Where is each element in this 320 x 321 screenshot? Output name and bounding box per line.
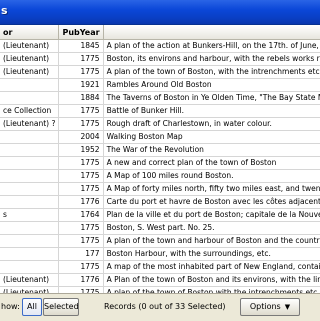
cell-author [0, 143, 60, 157]
cell-pubyear: 1775 [58, 260, 104, 274]
table-row[interactable]: (Lieutenant) 1845 A plan of the action at … [0, 39, 320, 53]
column-header-title[interactable] [103, 25, 320, 40]
cell-pubyear: 1775 [58, 221, 104, 235]
cell-author: (Lieutenant) [0, 39, 60, 53]
cell-title: A plan of the town and harbour of Boston… [103, 234, 320, 248]
header-row: or PubYear [0, 25, 320, 40]
cell-author: s [0, 208, 60, 222]
cell-title: Rough draft of Charlestown, in water col… [103, 117, 320, 131]
cell-title: A plan of the town of Boston, with the i… [103, 65, 320, 79]
table-row[interactable]: (Lieutenant) 1775 A plan of the town of Bo… [0, 65, 320, 79]
cell-pubyear: 1884 [58, 91, 104, 105]
table-row[interactable]: 1775 Boston, S. West part. No. 25. [0, 221, 320, 235]
cell-pubyear: 1921 [58, 78, 104, 92]
table-row[interactable]: 1952 The War of the Revolution [0, 143, 320, 157]
cell-pubyear: 1845 [58, 39, 104, 53]
table-row[interactable]: 1775 A Map of forty miles north, fifty tw… [0, 182, 320, 196]
cell-title: Battle of Bunker Hill. [103, 104, 320, 118]
cell-pubyear: 1776 [58, 195, 104, 209]
cell-author: (Lieutenant) [0, 65, 60, 79]
options-label: Options [249, 302, 281, 311]
cell-pubyear: 1775 [58, 182, 104, 196]
cell-author: (Lieutenant) ? [0, 117, 60, 131]
records-table: or PubYear (Lieutenant) 1845 A plan of the… [0, 25, 320, 293]
cell-title: A new and correct plan of the town of Bo… [103, 156, 320, 170]
column-header-pubyear[interactable]: PubYear [58, 25, 104, 40]
cell-pubyear: 1952 [58, 143, 104, 157]
cell-title: Boston, S. West part. No. 25. [103, 221, 320, 235]
cell-pubyear: 1775 [58, 169, 104, 183]
cell-author [0, 195, 60, 209]
cell-pubyear: 1775 [58, 52, 104, 66]
cell-pubyear: 1775 [58, 117, 104, 131]
table-row[interactable]: 1775 A new and correct plan of the town o… [0, 156, 320, 170]
table-row[interactable]: 2004 Walking Boston Map [0, 130, 320, 144]
cell-pubyear: 177 [58, 247, 104, 261]
table-row[interactable]: 1775 A Map of 100 miles round Boston. [0, 169, 320, 183]
show-selected-button[interactable]: Selected [43, 298, 79, 316]
cell-title: A Map of forty miles north, fifty two mi… [103, 182, 320, 196]
cell-author [0, 234, 60, 248]
table-row[interactable]: 1921 Rambles Around Old Boston [0, 78, 320, 92]
cell-author [0, 78, 60, 92]
cell-title: Carte du port et havre de Boston avec le… [103, 195, 320, 209]
cell-author [0, 156, 60, 170]
options-button[interactable]: Options ▼ [240, 298, 300, 316]
column-header-author[interactable]: or [0, 25, 60, 40]
cell-pubyear: 1764 [58, 208, 104, 222]
cell-author [0, 169, 60, 183]
grid-body: (Lieutenant) 1845 A plan of the action at … [0, 39, 320, 293]
cell-title: The War of the Revolution [103, 143, 320, 157]
cell-title: The Taverns of Boston in Ye Olden Time, … [103, 91, 320, 105]
table-row[interactable]: s 1764 Plan de la ville et du port de Bost… [0, 208, 320, 222]
cell-pubyear: 1775 [58, 65, 104, 79]
cell-title: Boston Harbour, with the surroundings, e… [103, 247, 320, 261]
cell-author [0, 182, 60, 196]
cell-pubyear: 1776 [58, 273, 104, 287]
chevron-down-icon: ▼ [284, 303, 291, 311]
table-row[interactable]: 177 Boston Harbour, with the surroundings… [0, 247, 320, 261]
table-row[interactable]: 1775 A map of the most inhabited part of … [0, 260, 320, 274]
records-grid[interactable]: or PubYear (Lieutenant) 1845 A plan of the… [0, 25, 320, 293]
cell-title: Walking Boston Map [103, 130, 320, 144]
table-row[interactable]: (Lieutenant) ? 1775 Rough draft of Charles… [0, 117, 320, 131]
cell-author: ce Collection [0, 104, 60, 118]
table-row[interactable]: ce Collection 1775 Battle of Bunker Hill. [0, 104, 320, 118]
cell-author: (Lieutenant) [0, 273, 60, 287]
table-row[interactable]: 1775 A plan of the town and harbour of Bo… [0, 234, 320, 248]
table-row[interactable]: 1884 The Taverns of Boston in Ye Olden Ti… [0, 91, 320, 105]
cell-author [0, 247, 60, 261]
records-count: Records (0 out of 33 Selected) [104, 302, 226, 311]
cell-pubyear: 1775 [58, 234, 104, 248]
window-titlebar[interactable]: s [0, 0, 320, 25]
status-bar: how: All Selected Records (0 out of 33 S… [0, 293, 320, 321]
show-label: how: [1, 302, 20, 311]
cell-title: A Map of 100 miles round Boston. [103, 169, 320, 183]
cell-title: A map of the most inhabited part of New … [103, 260, 320, 274]
cell-author [0, 260, 60, 274]
cell-pubyear: 2004 [58, 130, 104, 144]
cell-author: (Lieutenant) [0, 52, 60, 66]
cell-pubyear: 1775 [58, 156, 104, 170]
cell-pubyear: 1775 [58, 104, 104, 118]
table-row[interactable]: (Lieutenant) 1776 A Plan of the town of Bo… [0, 273, 320, 287]
table-row[interactable]: (Lieutenant) 1775 Boston, its environs and… [0, 52, 320, 66]
cell-author [0, 91, 60, 105]
cell-author [0, 130, 60, 144]
table-row[interactable]: 1776 Carte du port et havre de Boston ave… [0, 195, 320, 209]
cell-title: Boston, its environs and harbour, with t… [103, 52, 320, 66]
cell-title: Rambles Around Old Boston [103, 78, 320, 92]
show-all-button[interactable]: All [22, 298, 42, 316]
cell-author [0, 221, 60, 235]
window-title: s [1, 4, 8, 17]
cell-title: A Plan of the town of Boston and its env… [103, 273, 320, 287]
cell-title: Plan de la ville et du port de Boston; c… [103, 208, 320, 222]
cell-title: A plan of the action at Bunkers-Hill, on… [103, 39, 320, 53]
